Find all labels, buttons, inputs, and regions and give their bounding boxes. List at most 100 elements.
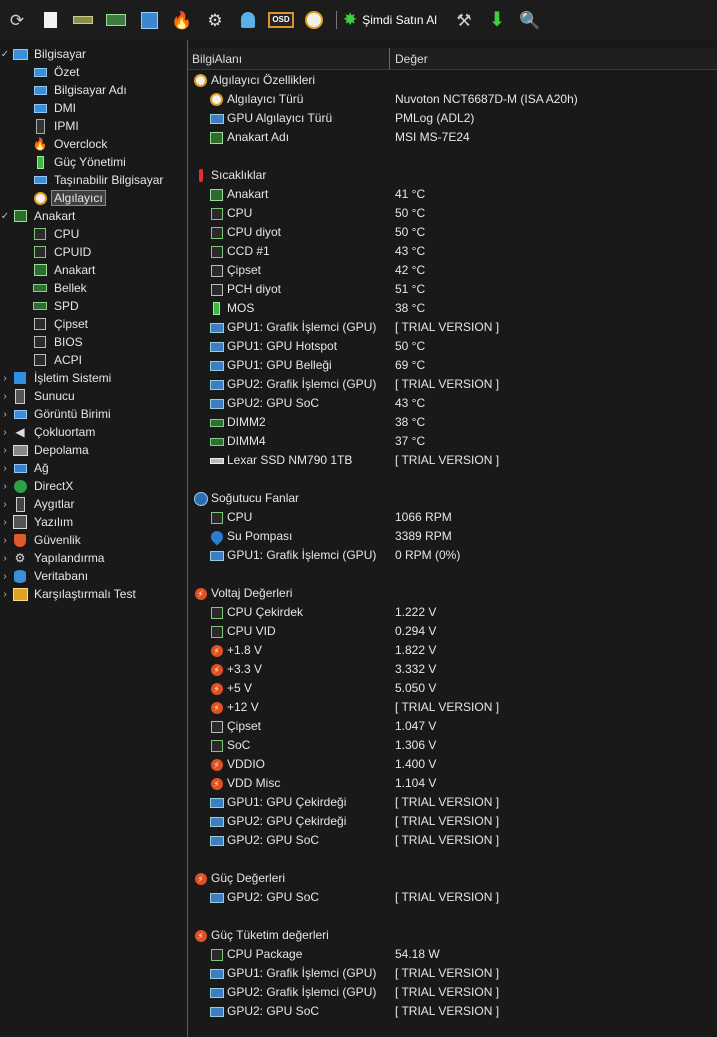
sensor-row[interactable]: ⚡ +3.3 V 3.332 V [188,660,717,679]
tree-item[interactable]: CPUID [20,243,93,261]
tree-item[interactable]: › İşletim Sistemi [0,369,113,387]
chevron-right-icon[interactable]: › [0,553,10,564]
sensor-row[interactable]: Lexar SSD NM790 1TB [ TRIAL VERSION ] [188,451,717,470]
tree-item[interactable]: Güç Yönetimi [20,153,128,171]
sensor-row[interactable]: CPU Çekirdek 1.222 V [188,603,717,622]
tree-item[interactable]: ACPI [20,351,84,369]
sensor-row[interactable]: GPU1: Grafik İşlemci (GPU) [ TRIAL VERSIO… [188,318,717,337]
chevron-right-icon[interactable]: › [0,499,10,510]
chevron-right-icon[interactable]: › [0,409,10,420]
tree-item[interactable]: 🔥 Overclock [20,135,109,153]
sensor-row[interactable]: Çipset 1.047 V [188,717,717,736]
osd-icon[interactable]: OSD [268,8,294,32]
sensor-row[interactable]: Algılayıcı Türü Nuvoton NCT6687D-M (ISA A… [188,90,717,109]
chevron-right-icon[interactable]: › [0,373,10,384]
network-icon[interactable] [137,8,161,32]
chevron-right-icon[interactable]: › [0,571,10,582]
sensor-row[interactable]: GPU Algılayıcı Türü PMLog (ADL2) [188,109,717,128]
download-arrow-icon[interactable]: ⬇ [485,8,509,32]
sensor-row[interactable]: Anakart Adı MSI MS-7E24 [188,128,717,147]
sensor-row[interactable]: ⚡ VDD Misc 1.104 V [188,774,717,793]
tree-item[interactable]: Bellek [20,279,89,297]
tree-item[interactable]: Bilgisayar Adı [20,81,129,99]
tree-item[interactable]: › DirectX [0,477,75,495]
search-icon[interactable]: 🔍 [518,8,542,32]
tree-item[interactable]: IPMI [20,117,81,135]
tree-item[interactable]: › Görüntü Birimi [0,405,113,423]
sensor-row[interactable]: GPU1: Grafik İşlemci (GPU) [ TRIAL VERSIO… [188,964,717,983]
chevron-down-icon[interactable]: ✓ [0,211,10,222]
sensor-row[interactable]: GPU1: Grafik İşlemci (GPU) 0 RPM (0%) [188,546,717,565]
sensor-row[interactable]: GPU2: GPU SoC 43 °C [188,394,717,413]
chevron-right-icon[interactable]: › [0,535,10,546]
sensor-row[interactable]: GPU2: Grafik İşlemci (GPU) [ TRIAL VERSIO… [188,983,717,1002]
tools-icon[interactable]: ⚙ [203,8,227,32]
sensor-row[interactable]: ⚡ +1.8 V 1.822 V [188,641,717,660]
tree-item[interactable]: › Ağ [0,459,51,477]
sensor-row[interactable]: CPU diyot 50 °C [188,223,717,242]
chevron-down-icon[interactable]: ✓ [0,49,10,60]
tree-item[interactable]: Çipset [20,315,90,333]
buy-now-button[interactable]: ✸ Şimdi Satın Al [343,10,437,30]
tree-item[interactable]: DMI [20,99,78,117]
sensor-row[interactable]: GPU1: GPU Belleği 69 °C [188,356,717,375]
sensor-row[interactable]: CPU VID 0.294 V [188,622,717,641]
tree-item[interactable]: › Veritabanı [0,567,90,585]
chevron-right-icon[interactable]: › [0,517,10,528]
tree-item[interactable]: › Depolama [0,441,91,459]
tree-item[interactable]: ✓ Bilgisayar [0,45,88,63]
sensor-row[interactable]: GPU1: GPU Hotspot 50 °C [188,337,717,356]
sensor-row[interactable]: ⚡ +5 V 5.050 V [188,679,717,698]
tree-item[interactable]: SPD [20,297,81,315]
hammer-icon[interactable]: ⚒ [452,8,476,32]
tree-item[interactable]: Özet [20,63,81,81]
sensor-row[interactable]: DIMM2 38 °C [188,413,717,432]
gauge-icon[interactable] [302,8,326,32]
tree-item[interactable]: CPU [20,225,81,243]
column-header-field[interactable]: BilgiAlanı [192,52,242,66]
tree-item[interactable]: › ⚙ Yapılandırma [0,549,106,567]
sensor-row[interactable]: Anakart 41 °C [188,185,717,204]
memory-icon[interactable] [104,8,128,32]
chevron-right-icon[interactable]: › [0,463,10,474]
sensor-row[interactable]: GPU2: Grafik İşlemci (GPU) [ TRIAL VERSIO… [188,375,717,394]
tree-item[interactable]: › Yazılım [0,513,75,531]
tree-item[interactable]: Algılayıcı [20,189,106,207]
chevron-right-icon[interactable]: › [0,391,10,402]
sensor-row[interactable]: MOS 38 °C [188,299,717,318]
chevron-right-icon[interactable]: › [0,589,10,600]
chevron-right-icon[interactable]: › [0,427,10,438]
sensor-row[interactable]: GPU2: GPU SoC [ TRIAL VERSION ] [188,1002,717,1021]
flame-icon[interactable]: 🔥 [170,8,194,32]
column-header-value[interactable]: Değer [395,52,428,66]
sensor-row[interactable]: DIMM4 37 °C [188,432,717,451]
sensor-row[interactable]: CPU Package 54.18 W [188,945,717,964]
column-resize-handle[interactable] [389,48,390,69]
sensor-row[interactable]: CPU 50 °C [188,204,717,223]
chevron-right-icon[interactable]: › [0,445,10,456]
sensor-row[interactable]: Çipset 42 °C [188,261,717,280]
tree-item[interactable]: ✓ Anakart [0,207,77,225]
sensor-row[interactable]: GPU2: GPU SoC [ TRIAL VERSION ] [188,831,717,850]
sensor-row[interactable]: CPU 1066 RPM [188,508,717,527]
sensor-row[interactable]: PCH diyot 51 °C [188,280,717,299]
sensor-row[interactable]: SoC 1.306 V [188,736,717,755]
tree-item[interactable]: › Karşılaştırmalı Test [0,585,138,603]
sensor-row[interactable]: CCD #1 43 °C [188,242,717,261]
report-icon[interactable] [38,8,62,32]
user-icon[interactable] [236,8,260,32]
refresh-icon[interactable]: ⟳ [5,8,29,32]
sensor-row[interactable]: ⚡ +12 V [ TRIAL VERSION ] [188,698,717,717]
sensor-row[interactable]: GPU1: GPU Çekirdeği [ TRIAL VERSION ] [188,793,717,812]
tree-item[interactable]: Taşınabilir Bilgisayar [20,171,165,189]
tree-item[interactable]: › Güvenlik [0,531,83,549]
sensor-row[interactable]: Su Pompası 3389 RPM [188,527,717,546]
tree-item[interactable]: Anakart [20,261,97,279]
sensor-row[interactable]: GPU2: GPU Çekirdeği [ TRIAL VERSION ] [188,812,717,831]
chevron-right-icon[interactable]: › [0,481,10,492]
tree-item[interactable]: › Sunucu [0,387,77,405]
tree-item[interactable]: › Aygıtlar [0,495,76,513]
sensor-row[interactable]: GPU2: GPU SoC [ TRIAL VERSION ] [188,888,717,907]
tree-item[interactable]: › ◀ Çokluortam [0,423,97,441]
motherboard-icon[interactable] [71,8,95,32]
